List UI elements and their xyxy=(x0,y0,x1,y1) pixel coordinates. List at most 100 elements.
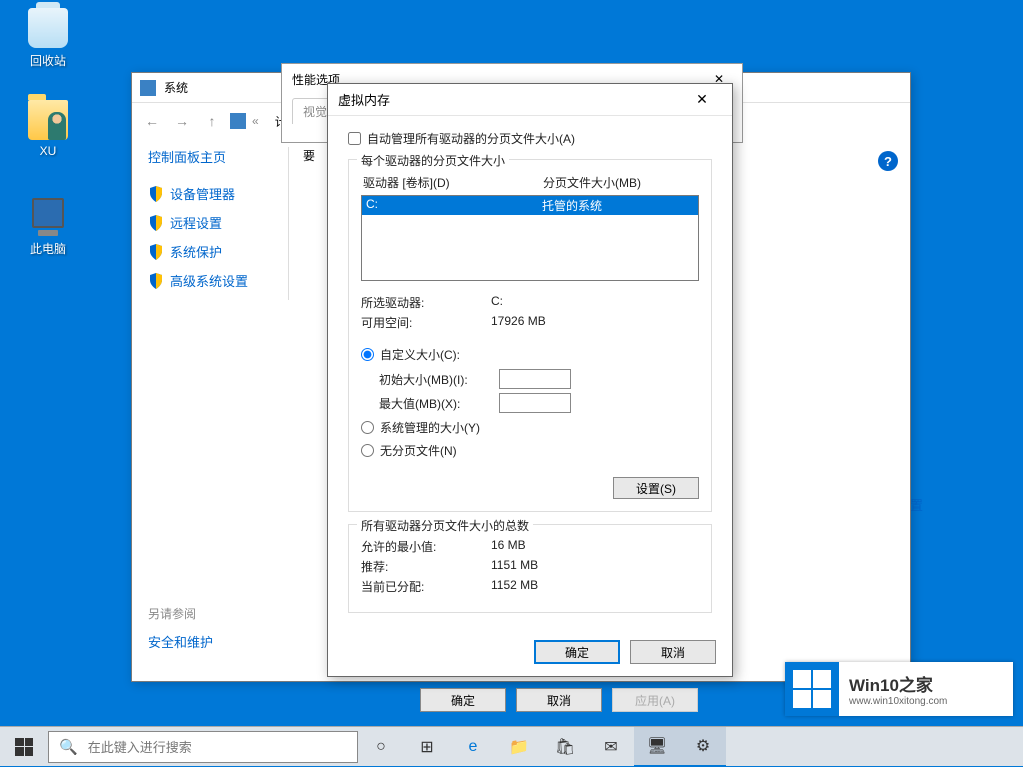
max-size-row: 最大值(MB)(X): xyxy=(379,393,699,413)
vm-close-button[interactable]: ✕ xyxy=(682,84,722,116)
drive-list-header: 驱动器 [卷标](D) 分页文件大小(MB) xyxy=(363,174,697,191)
auto-manage-checkbox-row[interactable]: 自动管理所有驱动器的分页文件大小(A) xyxy=(348,130,712,147)
drive-row-c[interactable]: C: 托管的系统 xyxy=(362,196,698,215)
explorer-icon[interactable]: 📁 xyxy=(496,727,542,767)
radio-custom-label: 自定义大小(C): xyxy=(380,346,460,363)
sidebar-device-manager[interactable]: 设备管理器 xyxy=(148,184,288,203)
sidebar-remote-settings[interactable]: 远程设置 xyxy=(148,213,288,232)
current-row: 当前已分配: 1152 MB xyxy=(361,578,699,595)
cortana-icon[interactable]: ○ xyxy=(358,727,404,767)
drive-list[interactable]: C: 托管的系统 xyxy=(361,195,699,281)
per-drive-group-title: 每个驱动器的分页文件大小 xyxy=(357,152,509,169)
current-label: 当前已分配: xyxy=(361,578,491,595)
free-space-row: 可用空间: 17926 MB xyxy=(361,314,699,331)
folder-xu-label: XU xyxy=(10,144,86,158)
sidebar-link-label: 高级系统设置 xyxy=(170,271,248,290)
start-button[interactable] xyxy=(0,727,48,767)
shield-icon xyxy=(148,244,164,260)
radio-none-label: 无分页文件(N) xyxy=(380,442,457,459)
search-placeholder: 在此键入进行搜索 xyxy=(88,737,192,756)
max-size-input[interactable] xyxy=(499,393,571,413)
store-icon[interactable]: 🛍 xyxy=(542,727,588,767)
shield-icon xyxy=(148,215,164,231)
radio-system-label: 系统管理的大小(Y) xyxy=(380,419,480,436)
taskbar-app-2[interactable]: ⚙ xyxy=(680,727,726,767)
col-size: 分页文件大小(MB) xyxy=(543,174,641,191)
taskbar-search[interactable]: 🔍 在此键入进行搜索 xyxy=(48,731,358,763)
recommended-row: 推荐: 1151 MB xyxy=(361,558,699,575)
section-head: 要 xyxy=(303,149,315,163)
desktop-icon-folder-xu[interactable]: XU xyxy=(10,100,86,158)
folder-icon xyxy=(28,100,68,140)
selected-drive-value: C: xyxy=(491,294,503,311)
shield-icon xyxy=(148,273,164,289)
radio-no-paging[interactable]: 无分页文件(N) xyxy=(361,442,699,459)
vm-ok-button[interactable]: 确定 xyxy=(534,640,620,664)
control-panel-home-link[interactable]: 控制面板主页 xyxy=(148,147,288,166)
radio-custom-input[interactable] xyxy=(361,348,374,361)
vm-titlebar[interactable]: 虚拟内存 ✕ xyxy=(328,84,732,116)
system-sidebar: 控制面板主页 设备管理器 远程设置 系统保护 高级系统设置 xyxy=(148,147,288,300)
desktop-icon-this-pc[interactable]: 此电脑 xyxy=(10,196,86,257)
auto-manage-checkbox[interactable] xyxy=(348,132,361,145)
free-space-label: 可用空间: xyxy=(361,314,491,331)
search-icon: 🔍 xyxy=(59,738,78,756)
security-maintenance-link[interactable]: 安全和维护 xyxy=(148,632,213,651)
perf-dialog-buttons: 确定 取消 应用(A) xyxy=(420,688,698,712)
sidebar-system-protection[interactable]: 系统保护 xyxy=(148,242,288,261)
radio-system-input[interactable] xyxy=(361,421,374,434)
sidebar-link-label: 远程设置 xyxy=(170,213,222,232)
selected-drive-row: 所选驱动器: C: xyxy=(361,294,699,311)
edge-icon[interactable]: e xyxy=(450,727,496,767)
max-size-label: 最大值(MB)(X): xyxy=(379,395,491,412)
breadcrumb-icon xyxy=(230,113,246,129)
recycle-bin-label: 回收站 xyxy=(10,52,86,69)
sidebar-link-label: 设备管理器 xyxy=(170,184,235,203)
nav-back-icon[interactable]: ← xyxy=(140,109,164,133)
vm-title-text: 虚拟内存 xyxy=(338,90,682,109)
vm-cancel-button[interactable]: 取消 xyxy=(630,640,716,664)
vm-dialog-buttons: 确定 取消 xyxy=(534,640,716,664)
min-allowed-row: 允许的最小值: 16 MB xyxy=(361,538,699,555)
set-button[interactable]: 设置(S) xyxy=(613,477,699,499)
radio-none-input[interactable] xyxy=(361,444,374,457)
radio-system-managed[interactable]: 系统管理的大小(Y) xyxy=(361,419,699,436)
drive-status: 托管的系统 xyxy=(542,197,602,214)
windows-logo-icon xyxy=(15,738,33,756)
auto-manage-label: 自动管理所有驱动器的分页文件大小(A) xyxy=(367,130,575,147)
watermark-url: www.win10xitong.com xyxy=(849,696,947,707)
system-icon xyxy=(140,80,156,96)
col-drive: 驱动器 [卷标](D) xyxy=(363,174,543,191)
this-pc-label: 此电脑 xyxy=(10,240,86,257)
this-pc-icon xyxy=(28,196,68,236)
initial-size-row: 初始大小(MB)(I): xyxy=(379,369,699,389)
sidebar-link-label: 系统保护 xyxy=(170,242,222,261)
taskbar-app-1[interactable]: 🖥 xyxy=(634,727,680,767)
nav-forward-icon[interactable]: → xyxy=(170,109,194,133)
virtual-memory-dialog: 虚拟内存 ✕ 自动管理所有驱动器的分页文件大小(A) 每个驱动器的分页文件大小 … xyxy=(327,83,733,677)
initial-size-label: 初始大小(MB)(I): xyxy=(379,371,491,388)
totals-group-title: 所有驱动器分页文件大小的总数 xyxy=(357,517,533,534)
help-icon[interactable]: ? xyxy=(878,151,898,171)
sidebar-advanced-settings[interactable]: 高级系统设置 xyxy=(148,271,288,290)
initial-size-input[interactable] xyxy=(499,369,571,389)
min-allowed-value: 16 MB xyxy=(491,538,526,555)
shield-icon xyxy=(148,186,164,202)
perf-cancel-button[interactable]: 取消 xyxy=(516,688,602,712)
mail-icon[interactable]: ✉ xyxy=(588,727,634,767)
breadcrumb-chevron: « xyxy=(252,114,259,128)
recommended-label: 推荐: xyxy=(361,558,491,575)
watermark-title: Win10之家 xyxy=(849,671,947,696)
current-value: 1152 MB xyxy=(491,578,538,595)
drive-letter: C: xyxy=(366,197,542,214)
nav-up-icon[interactable]: ↑ xyxy=(200,109,224,133)
task-view-icon[interactable]: ⊞ xyxy=(404,727,450,767)
per-drive-group: 每个驱动器的分页文件大小 驱动器 [卷标](D) 分页文件大小(MB) C: 托… xyxy=(348,159,712,512)
watermark-logo-icon xyxy=(785,662,839,716)
perf-apply-button: 应用(A) xyxy=(612,688,698,712)
desktop-icon-recycle-bin[interactable]: 回收站 xyxy=(10,8,86,69)
recycle-bin-icon xyxy=(28,8,68,48)
perf-ok-button[interactable]: 确定 xyxy=(420,688,506,712)
radio-custom-size[interactable]: 自定义大小(C): xyxy=(361,346,699,363)
see-also-label: 另请参阅 xyxy=(148,605,213,622)
